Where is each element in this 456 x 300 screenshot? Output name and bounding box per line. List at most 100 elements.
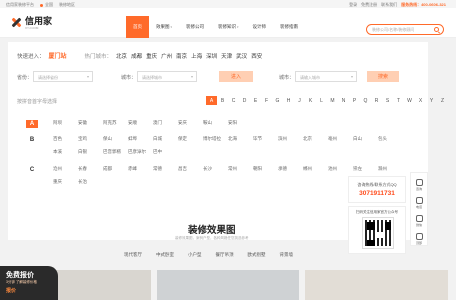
case-thumbnail[interactable]: [156, 270, 300, 300]
nav-item-5[interactable]: 装修指南: [273, 16, 305, 38]
nav-item-4[interactable]: 设计师: [246, 16, 274, 38]
case-tab[interactable]: 现代客厅: [124, 252, 142, 258]
case-tab[interactable]: 中式卧室: [156, 252, 174, 258]
city-link[interactable]: 常德: [153, 166, 178, 172]
city-link[interactable]: 阿克苏: [103, 120, 128, 126]
city-search-input[interactable]: 请输入城市: [295, 71, 357, 82]
current-city[interactable]: 厦门站: [49, 51, 67, 60]
letter-filter-t[interactable]: T: [393, 96, 404, 105]
city-link[interactable]: 阿坝: [53, 120, 78, 126]
hot-city-link[interactable]: 天津: [221, 52, 232, 60]
case-tab[interactable]: 背景墙: [280, 252, 294, 258]
city-link[interactable]: 安顺: [128, 120, 153, 126]
city-link[interactable]: 蚌埠: [128, 136, 153, 142]
letter-filter-z[interactable]: Z: [437, 96, 448, 105]
city-link[interactable]: 沧州: [53, 166, 78, 172]
city-link[interactable]: 滨州: [278, 136, 303, 142]
search-input[interactable]: 装修公司/名称/装修顾问: [366, 24, 444, 35]
rail-item[interactable]: 咨询: [415, 179, 423, 191]
city-link[interactable]: 滁州: [378, 166, 403, 172]
nav-item-0[interactable]: 首页: [126, 16, 149, 38]
nav-item-3[interactable]: 装修知识 ▾: [211, 16, 246, 38]
city-link[interactable]: 博尔塔拉: [203, 136, 228, 142]
letter-filter-l[interactable]: L: [316, 96, 327, 105]
city-link[interactable]: 池州: [328, 166, 353, 172]
city-link[interactable]: 赤峰: [128, 166, 153, 172]
letter-filter-w[interactable]: W: [404, 96, 415, 105]
city-link[interactable]: 常州: [228, 166, 253, 172]
city-link[interactable]: 毕节: [253, 136, 278, 142]
qq-contact-card[interactable]: 咨询热线/联系方式QQ 3071911731: [348, 176, 406, 203]
city-link[interactable]: 崇左: [353, 166, 378, 172]
city-link[interactable]: 亳州: [328, 136, 353, 142]
letter-filter-b[interactable]: B: [217, 96, 228, 105]
hot-city-link[interactable]: 西安: [251, 52, 262, 60]
letter-filter-r[interactable]: R: [371, 96, 382, 105]
city-link[interactable]: 长春: [78, 166, 103, 172]
letter-filter-x[interactable]: X: [415, 96, 426, 105]
letter-filter-f[interactable]: F: [261, 96, 272, 105]
letter-filter-d[interactable]: D: [239, 96, 250, 105]
letter-filter-e[interactable]: E: [250, 96, 261, 105]
hot-city-link[interactable]: 南京: [176, 52, 187, 60]
city-link[interactable]: 澳门: [153, 120, 178, 126]
city-select[interactable]: 请选择城市: [137, 71, 197, 82]
letter-filter-h[interactable]: H: [283, 96, 294, 105]
city-link[interactable]: 长治: [78, 179, 103, 185]
letter-filter-y[interactable]: Y: [426, 96, 437, 105]
case-tab[interactable]: 餐厅吊顶: [216, 252, 234, 258]
enter-button[interactable]: 进入: [219, 71, 253, 82]
hot-city-link[interactable]: 北京: [116, 52, 127, 60]
letter-filter-q[interactable]: Q: [360, 96, 371, 105]
city-link[interactable]: 安庆: [178, 120, 203, 126]
rail-item[interactable]: 电话: [415, 197, 423, 209]
city-link[interactable]: 朝阳: [253, 166, 278, 172]
city-link[interactable]: 巴音郭楞: [103, 149, 128, 155]
city-link[interactable]: 鞍山: [203, 120, 228, 126]
nav-item-1[interactable]: 效果图 ▾: [149, 16, 179, 38]
letter-filter-p[interactable]: P: [349, 96, 360, 105]
city-link[interactable]: 保山: [103, 136, 128, 142]
city-link[interactable]: 成都: [103, 166, 128, 172]
city-link[interactable]: 巴彦淖尔: [128, 149, 153, 155]
hot-city-link[interactable]: 上海: [191, 52, 202, 60]
city-link[interactable]: 宝鸡: [78, 136, 103, 142]
city-link[interactable]: 北海: [228, 136, 253, 142]
letter-filter-g[interactable]: G: [272, 96, 283, 105]
city-link[interactable]: 安徽: [78, 120, 103, 126]
city-link[interactable]: 长沙: [203, 166, 228, 172]
search-icon[interactable]: [434, 27, 439, 32]
city-link[interactable]: 包头: [378, 136, 403, 142]
city-link[interactable]: 昌吉: [178, 166, 203, 172]
hot-city-link[interactable]: 武汉: [236, 52, 247, 60]
letter-filter-n[interactable]: N: [338, 96, 349, 105]
search-button[interactable]: 搜索: [367, 71, 399, 82]
city-link[interactable]: 郴州: [303, 166, 328, 172]
city-link[interactable]: 本溪: [53, 149, 78, 155]
letter-filter-s[interactable]: S: [382, 96, 393, 105]
letter-filter-a[interactable]: A: [206, 96, 217, 105]
city-link[interactable]: 保定: [178, 136, 203, 142]
province-select[interactable]: 请选择省份: [33, 71, 93, 82]
city-link[interactable]: 白山: [353, 136, 378, 142]
rail-item[interactable]: 微信: [415, 215, 423, 227]
city-link[interactable]: 北京: [303, 136, 328, 142]
case-tab[interactable]: 欧式别墅: [248, 252, 266, 258]
city-link[interactable]: 重庆: [53, 179, 78, 185]
hot-city-link[interactable]: 重庆: [146, 52, 157, 60]
hot-city-link[interactable]: 深圳: [206, 52, 217, 60]
rail-item[interactable]: 顶部: [415, 233, 423, 245]
city-link[interactable]: 承德: [278, 166, 303, 172]
city-link[interactable]: 安阳: [228, 120, 253, 126]
letter-filter-c[interactable]: C: [228, 96, 239, 105]
hot-city-link[interactable]: 成都: [131, 52, 142, 60]
hot-city-link[interactable]: 广州: [161, 52, 172, 60]
site-logo[interactable]: 信用家 XYJ.COM: [9, 16, 52, 30]
free-quote-badge[interactable]: 免费报价 3分钟 了解装修价格 报价: [0, 266, 58, 300]
letter-filter-k[interactable]: K: [305, 96, 316, 105]
case-thumbnail[interactable]: [305, 270, 449, 300]
city-link[interactable]: 巴中: [153, 149, 178, 155]
case-tab[interactable]: 小户型: [188, 252, 202, 258]
city-link[interactable]: 百色: [53, 136, 78, 142]
letter-filter-j[interactable]: J: [294, 96, 305, 105]
